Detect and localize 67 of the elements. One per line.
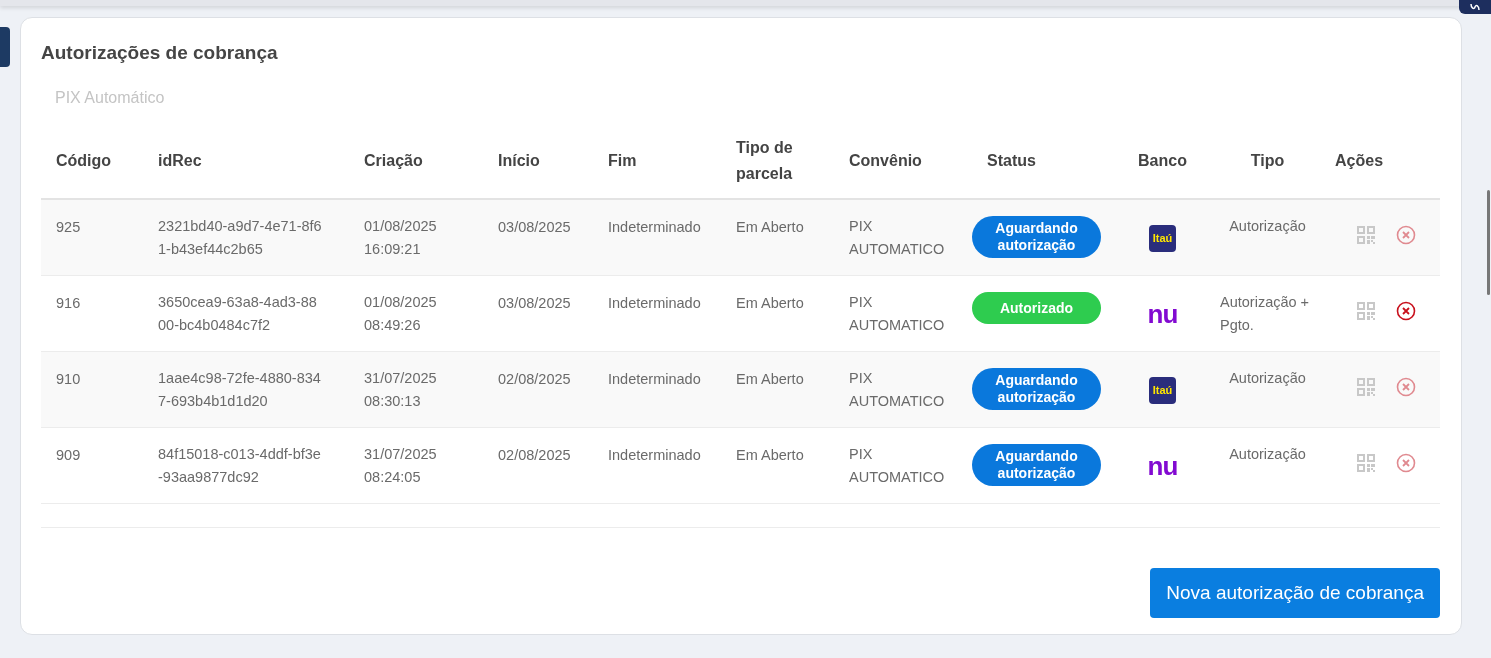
status-badge: Autorizado: [972, 292, 1101, 324]
table-cell-text: 3650cea9-63a8-4ad3-8800-bc4b0484c7f2: [158, 293, 318, 335]
bank-logo: nu: [1147, 453, 1178, 479]
table-cell-text: PIX AUTOMATICO: [849, 445, 946, 487]
table-cell-text: 1aae4c98-72fe-4880-8347-693b4b1d1d20: [158, 369, 322, 411]
qr-code-icon[interactable]: [1356, 225, 1376, 245]
column-header: Fim: [608, 151, 637, 171]
table-cell-text: 08:49:26: [364, 316, 421, 335]
table-cell-text: 03/08/2025: [498, 294, 571, 313]
qr-code-icon[interactable]: [1356, 377, 1376, 397]
qr-code-icon[interactable]: [1356, 301, 1376, 321]
bank-logo: Itaú: [1149, 376, 1176, 404]
table-cell-text: Em Aberto: [736, 446, 804, 465]
table-cell-text: 84f15018-c013-4ddf-bf3e-93aa9877dc92: [158, 445, 322, 487]
table-cell-text: 31/07/2025: [364, 445, 437, 464]
side-tab[interactable]: [0, 27, 10, 67]
table-cell-text: PIX AUTOMATICO: [849, 293, 946, 335]
new-authorization-button[interactable]: Nova autorização de cobrança: [1150, 568, 1440, 618]
table-cell-text: PIX AUTOMATICO: [849, 369, 946, 411]
corner-tab[interactable]: [1459, 0, 1491, 14]
table-cell-text: Autorização: [1229, 217, 1306, 236]
column-header: Tipo de parcela: [736, 138, 794, 184]
table-cell-text: Em Aberto: [736, 218, 804, 237]
table-cell-text: 916: [56, 294, 81, 313]
card-title: Autorizações de cobrança: [41, 41, 279, 65]
status-badge: Aguardando autorização: [972, 444, 1101, 486]
status-badge: Aguardando autorização: [972, 216, 1101, 258]
column-header: Código: [56, 151, 112, 171]
table-cell-text: Autorização: [1229, 369, 1306, 388]
table-cell-text: Autorização: [1229, 445, 1306, 464]
link-icon: [1470, 3, 1480, 11]
table-cell-text: 910: [56, 370, 81, 389]
table-cell-text: 02/08/2025: [498, 446, 571, 465]
table-cell-text: Em Aberto: [736, 294, 804, 313]
card-subtitle: PIX Automático: [55, 89, 165, 106]
bank-logo: Itaú: [1149, 224, 1176, 252]
status-badge: Aguardando autorização: [972, 368, 1101, 410]
table-cell-text: PIX AUTOMATICO: [849, 217, 946, 259]
column-header: Convênio: [849, 151, 922, 171]
column-header: Ações: [1335, 151, 1384, 171]
bank-logo: nu: [1147, 301, 1178, 327]
table-cell-text: 02/08/2025: [498, 370, 571, 389]
table-cell-text: 08:24:05: [364, 468, 421, 487]
table-cell-text: Em Aberto: [736, 370, 804, 389]
table-cell-text: Indeterminado: [608, 218, 701, 237]
table-cell-text: Indeterminado: [608, 370, 701, 389]
cancel-icon[interactable]: [1396, 301, 1416, 321]
table-cell-text: 03/08/2025: [498, 218, 571, 237]
table-cell-text: 909: [56, 446, 81, 465]
table-cell-text: 31/07/2025: [364, 369, 437, 388]
table-cell-text: 01/08/2025: [364, 217, 437, 236]
scrollbar-thumb[interactable]: [1487, 190, 1490, 295]
table-cell-text: 08:30:13: [364, 392, 421, 411]
table-cell-text: Indeterminado: [608, 294, 701, 313]
column-header: Tipo: [1250, 151, 1285, 171]
table-cell-text: Indeterminado: [608, 446, 701, 465]
qr-code-icon[interactable]: [1356, 453, 1376, 473]
table-cell-text: Autorização + Pgto.: [1220, 293, 1311, 335]
column-header: Criação: [364, 151, 423, 171]
table-cell-text: 01/08/2025: [364, 293, 437, 312]
table-cell-text: 925: [56, 218, 81, 237]
column-header: Banco: [1138, 151, 1187, 171]
table-cell-text: 2321bd40-a9d7-4e71-8f61-b43ef44c2b65: [158, 217, 323, 259]
table-cell-text: 16:09:21: [364, 240, 421, 259]
column-header: idRec: [158, 151, 202, 171]
column-header: Início: [498, 151, 540, 171]
column-header: Status: [987, 151, 1036, 171]
